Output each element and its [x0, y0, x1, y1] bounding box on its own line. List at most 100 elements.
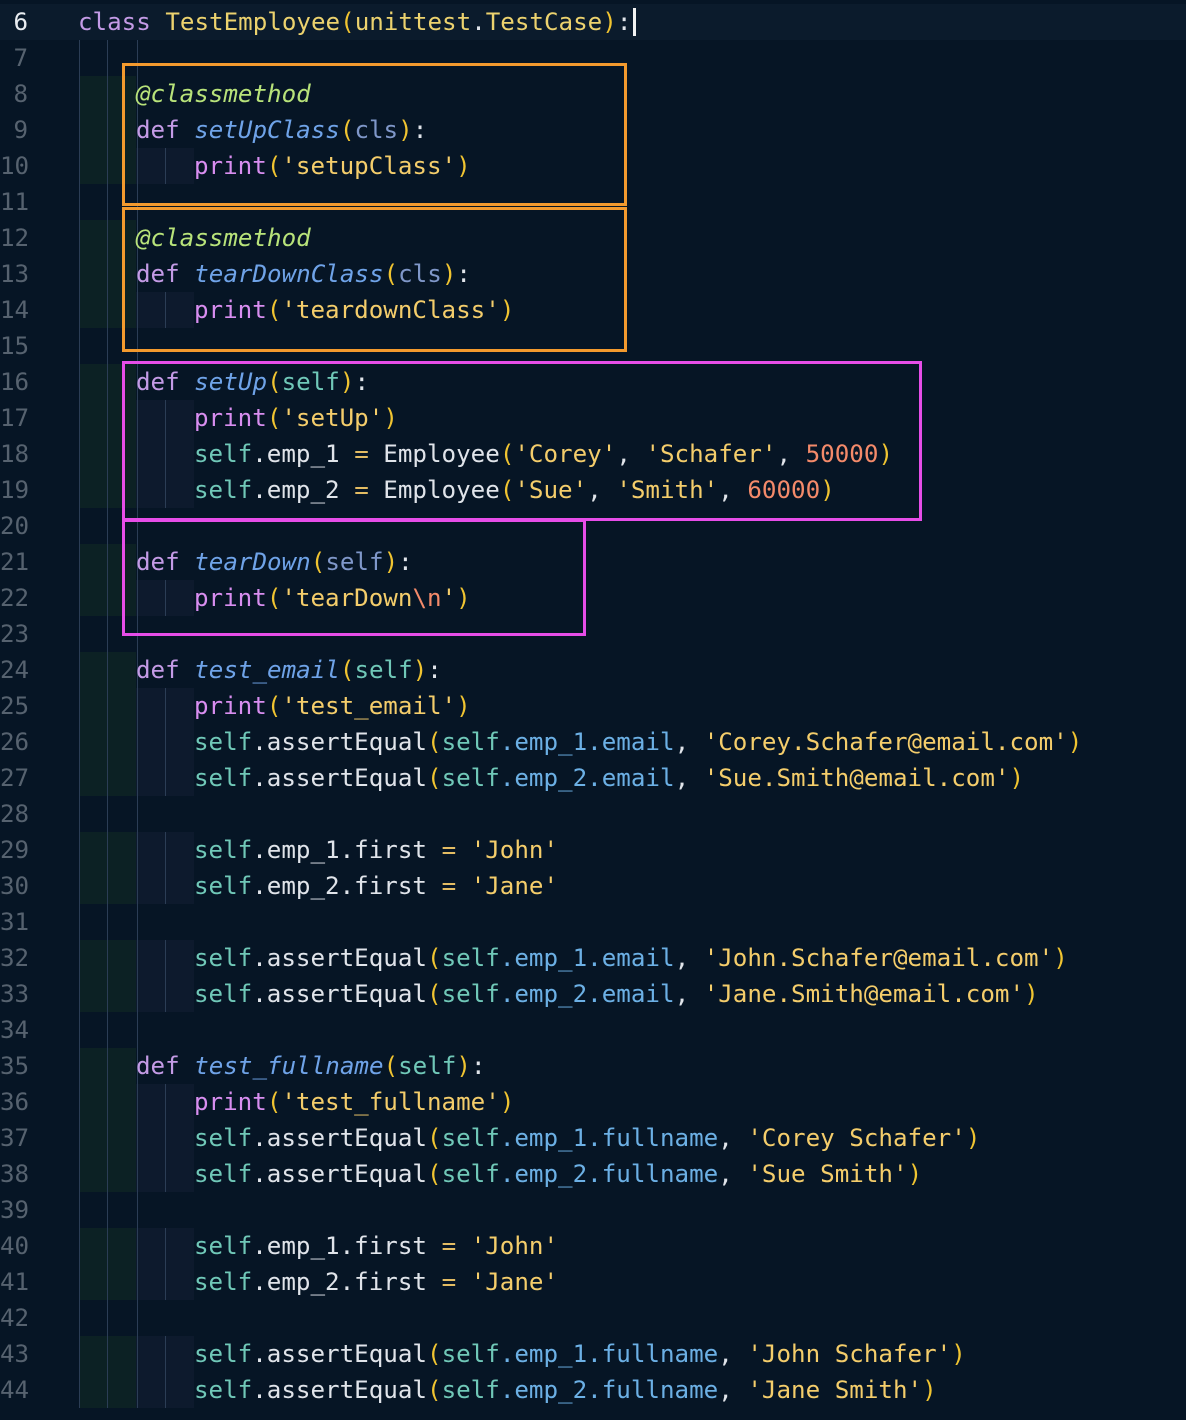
code-token: .emp_2.email [499, 980, 675, 1008]
code-line[interactable]: 19 self.emp_2 = Employee('Sue', 'Smith', … [0, 472, 1186, 508]
code-line[interactable]: 43 self.assertEqual(self.emp_1.fullname, … [0, 1336, 1186, 1372]
code-token: setUpClass [194, 116, 340, 144]
code-line[interactable]: 15 [0, 328, 1186, 364]
line-number: 28 [0, 800, 30, 828]
indent-guide [165, 1120, 166, 1156]
code-line[interactable]: 10 print('setupClass') [0, 148, 1186, 184]
code-line[interactable]: 37 self.assertEqual(self.emp_1.fullname, … [0, 1120, 1186, 1156]
code-line[interactable]: 23 [0, 616, 1186, 652]
code-text: self.assertEqual(self.emp_2.fullname, 'S… [194, 1156, 922, 1192]
code-line[interactable]: 17 print('setUp') [0, 400, 1186, 436]
indent-guide [79, 184, 80, 220]
indent-guide [79, 40, 80, 76]
code-line[interactable]: 28 [0, 796, 1186, 832]
code-line[interactable]: 18 self.emp_1 = Employee('Corey', 'Schafe… [0, 436, 1186, 472]
code-token: ) [1053, 944, 1068, 972]
code-line[interactable]: 12 @classmethod [0, 220, 1186, 256]
code-editor[interactable]: 6 class TestEmployee(unittest.TestCase): 7… [0, 0, 1186, 1420]
code-token: self [194, 980, 253, 1008]
code-token: ) [922, 1376, 937, 1404]
code-token: : [398, 548, 413, 576]
indent-guide [107, 256, 108, 292]
code-line[interactable]: 11 [0, 184, 1186, 220]
code-token: 'Corey' [514, 440, 617, 468]
indent-shade [80, 148, 136, 184]
code-line[interactable]: 35 def test_fullname(self): [0, 1048, 1186, 1084]
code-line[interactable]: 6 class TestEmployee(unittest.TestCase): [0, 4, 1186, 40]
code-token: ( [310, 548, 326, 576]
indent-shade [80, 724, 136, 760]
code-line[interactable]: 7 [0, 40, 1186, 76]
indent-guide [137, 1300, 138, 1336]
line-number: 27 [0, 764, 30, 792]
code-line[interactable]: 13 def tearDownClass(cls): [0, 256, 1186, 292]
code-line[interactable]: 27 self.assertEqual(self.emp_2.email, 'Su… [0, 760, 1186, 796]
indent-guide [137, 688, 138, 724]
indent-guide [107, 508, 108, 544]
code-line[interactable]: 34 [0, 1012, 1186, 1048]
code-text: self.assertEqual(self.emp_1.fullname, 'C… [194, 1120, 980, 1156]
code-line[interactable]: 24 def test_email(self): [0, 652, 1186, 688]
code-token: tearDown [194, 548, 311, 576]
code-line[interactable]: 26 self.assertEqual(self.emp_1.email, 'Co… [0, 724, 1186, 760]
indent-guide [137, 184, 138, 220]
code-token: cls [398, 260, 442, 288]
code-token: ) [878, 440, 893, 468]
indent-guide [165, 1084, 166, 1120]
code-line[interactable]: 25 print('test_email') [0, 688, 1186, 724]
code-token: Employee [368, 440, 500, 468]
code-line[interactable]: 30 self.emp_2.first = 'Jane' [0, 868, 1186, 904]
indent-guide [79, 796, 80, 832]
indent-shade [80, 400, 136, 436]
code-text: self.assertEqual(self.emp_2.email, 'Jane… [194, 976, 1039, 1012]
code-line[interactable]: 20 [0, 508, 1186, 544]
code-token: 'Smith' [616, 476, 719, 504]
code-line[interactable]: 29 self.emp_1.first = 'John' [0, 832, 1186, 868]
code-line[interactable]: 40 self.emp_1.first = 'John' [0, 1228, 1186, 1264]
code-token: self [194, 1124, 253, 1152]
code-line[interactable]: 36 print('test_fullname') [0, 1084, 1186, 1120]
indent-guide [107, 1048, 108, 1084]
code-line[interactable]: 42 [0, 1300, 1186, 1336]
indent-guide [107, 400, 108, 436]
code-token: ( [499, 476, 515, 504]
indent-guide [107, 904, 108, 940]
code-line[interactable]: 21 def tearDown(self): [0, 544, 1186, 580]
code-token: 'Jane Smith' [747, 1376, 923, 1404]
code-token: TestEmployee [165, 8, 341, 36]
code-token: self [281, 368, 340, 396]
indent-guide [79, 1264, 80, 1300]
code-line[interactable]: 14 print('teardownClass') [0, 292, 1186, 328]
code-token: ) [383, 404, 398, 432]
code-text: class TestEmployee(unittest.TestCase): [78, 4, 631, 40]
code-token: ) [820, 476, 835, 504]
code-line[interactable]: 44 self.assertEqual(self.emp_2.fullname, … [0, 1372, 1186, 1408]
line-number: 29 [0, 836, 30, 864]
indent-guide [165, 940, 166, 976]
code-token: def [136, 260, 180, 288]
code-token: 'John.Schafer@email.com' [703, 944, 1054, 972]
code-line[interactable]: 31 [0, 904, 1186, 940]
code-line[interactable]: 16 def setUp(self): [0, 364, 1186, 400]
code-line[interactable]: 22 print('tearDown\n') [0, 580, 1186, 616]
code-token: .emp_2.first [252, 872, 442, 900]
indent-guide [137, 1372, 138, 1408]
code-text: self.emp_2.first = 'Jane' [194, 1264, 558, 1300]
indent-guide [79, 1228, 80, 1264]
code-line[interactable]: 8 @classmethod [0, 76, 1186, 112]
indent-guide [107, 580, 108, 616]
code-token: self [441, 764, 500, 792]
code-line[interactable]: 39 [0, 1192, 1186, 1228]
code-line[interactable]: 32 self.assertEqual(self.emp_1.email, 'Jo… [0, 940, 1186, 976]
code-token: 'Jane.Smith@email.com' [703, 980, 1025, 1008]
line-number: 30 [0, 872, 30, 900]
indent-guide [107, 652, 108, 688]
code-line[interactable]: 9 def setUpClass(cls): [0, 112, 1186, 148]
indent-shade [80, 652, 136, 688]
code-line[interactable]: 33 self.assertEqual(self.emp_2.email, 'Ja… [0, 976, 1186, 1012]
code-line[interactable]: 38 self.assertEqual(self.emp_2.fullname, … [0, 1156, 1186, 1192]
code-line[interactable]: 41 self.emp_2.first = 'Jane' [0, 1264, 1186, 1300]
indent-shade [80, 760, 136, 796]
